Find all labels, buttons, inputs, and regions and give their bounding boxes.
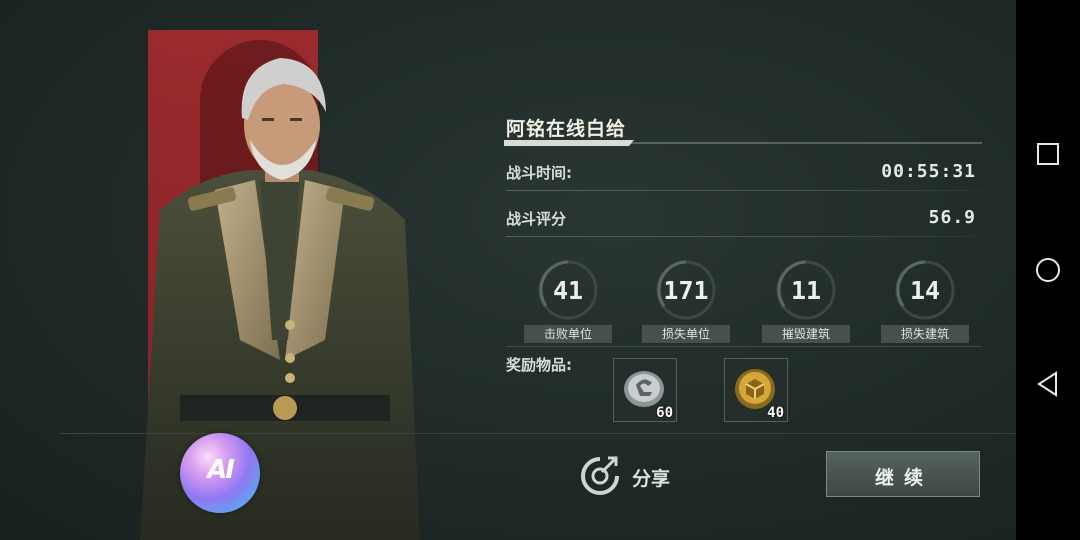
kills-value: 41 xyxy=(552,276,584,305)
gauge-buildings-lost: 14 损失建筑 xyxy=(879,258,971,344)
battle-time-value: 00:55:31 xyxy=(881,161,976,182)
gauge-units-lost: 171 损失单位 xyxy=(640,258,732,344)
name-underline xyxy=(504,140,982,146)
battle-score-row: 战斗评分 56.9 xyxy=(506,207,982,237)
reward-count: 60 xyxy=(656,405,673,421)
recent-apps-button[interactable] xyxy=(1032,138,1064,170)
home-button[interactable] xyxy=(1032,254,1064,286)
units-lost-label: 损失单位 xyxy=(642,325,730,343)
gauge-buildings-destroyed: 11 摧毁建筑 xyxy=(760,258,852,344)
rewards-label: 奖励物品: xyxy=(506,356,572,374)
back-button[interactable] xyxy=(1032,368,1064,400)
reward-item[interactable]: 60 xyxy=(613,358,677,422)
triangle-back-icon xyxy=(1037,371,1057,397)
rewards-divider xyxy=(506,346,982,347)
battle-time-label: 战斗时间: xyxy=(506,164,572,182)
ai-logo: AI xyxy=(207,455,235,485)
system-nav-bar xyxy=(1016,0,1080,540)
gauge-kills: 41 击败单位 xyxy=(522,258,614,344)
row-divider xyxy=(506,190,982,191)
units-lost-value: 171 xyxy=(663,276,709,305)
battle-result-screen: 阿铭在线白给 战斗时间: 00:55:31 战斗评分 56.9 41 击败单位 … xyxy=(0,0,1016,540)
commander-portrait xyxy=(140,58,420,540)
ai-assistant-button[interactable]: AI xyxy=(180,433,260,513)
buildings-lost-value: 14 xyxy=(909,276,941,305)
buildings-destroyed-value: 11 xyxy=(790,276,822,305)
share-label: 分享 xyxy=(632,468,671,490)
row-divider xyxy=(506,236,982,237)
player-name: 阿铭在线白给 xyxy=(506,118,627,140)
battle-score-label: 战斗评分 xyxy=(506,210,567,228)
share-button[interactable]: 分享 xyxy=(578,452,688,498)
continue-label: 继续 xyxy=(874,467,933,489)
bottom-divider xyxy=(60,433,1016,434)
square-icon xyxy=(1037,143,1059,165)
reward-item[interactable]: 40 xyxy=(724,358,788,422)
circle-icon xyxy=(1036,258,1060,282)
buildings-lost-label: 损失建筑 xyxy=(881,325,969,343)
battle-score-value: 56.9 xyxy=(928,207,976,228)
continue-button[interactable]: 继续 xyxy=(826,451,980,497)
reward-count: 40 xyxy=(767,405,784,421)
share-icon xyxy=(581,456,619,495)
buildings-destroyed-label: 摧毁建筑 xyxy=(762,325,850,343)
battle-time-row: 战斗时间: 00:55:31 xyxy=(506,161,982,191)
kills-label: 击败单位 xyxy=(524,325,612,343)
